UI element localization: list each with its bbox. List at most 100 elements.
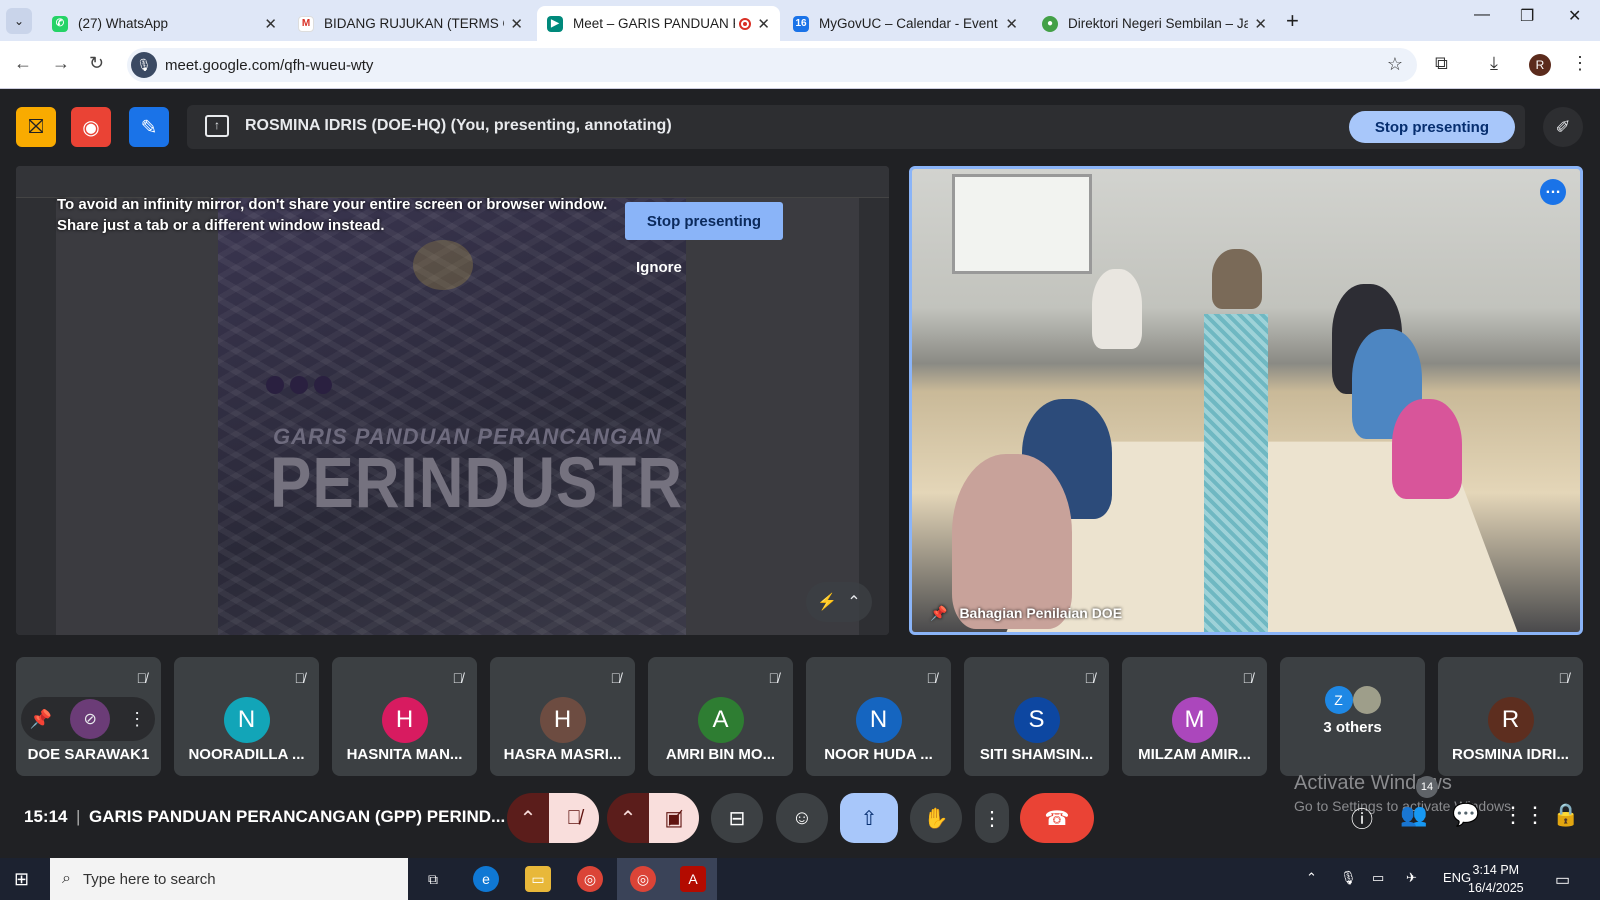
close-tab-icon[interactable]: ✕ bbox=[757, 15, 770, 33]
emoji-icon[interactable]: ☺ bbox=[776, 793, 828, 843]
participant-tile[interactable]: 🎙̸ H HASRA MASRI... bbox=[490, 657, 635, 776]
tab-gmail[interactable]: M BIDANG RUJUKAN (TERMS OF R ✕ bbox=[288, 6, 533, 41]
meeting-info-icon[interactable]: ⓘ bbox=[1351, 802, 1373, 834]
url-bar[interactable]: 🎙 meet.google.com/qfh-wueu-wty ☆ bbox=[127, 48, 1417, 82]
avatar: H bbox=[381, 697, 428, 743]
pin-icon: 📌 bbox=[930, 605, 948, 621]
pin-icon[interactable]: 📌 bbox=[30, 709, 52, 730]
camera-off-icon[interactable]: ▣̸ bbox=[649, 793, 699, 843]
microphone-site-icon[interactable]: 🎙 bbox=[131, 52, 157, 78]
raise-hand-icon[interactable]: ✋ bbox=[910, 793, 962, 843]
close-tab-icon[interactable]: ✕ bbox=[1254, 15, 1267, 33]
avatar: Z bbox=[1324, 686, 1353, 714]
others-tile[interactable]: Z 3 others bbox=[1280, 657, 1425, 776]
tab-calendar[interactable]: 16 MyGovUC – Calendar - Event de ✕ bbox=[783, 6, 1028, 41]
ignore-button[interactable]: Ignore bbox=[636, 259, 682, 276]
file-explorer-icon[interactable]: ▭ bbox=[525, 866, 551, 892]
participant-tile[interactable]: 🎙̸ S SITI SHAMSIN... bbox=[964, 657, 1109, 776]
chrome-icon[interactable]: ◎ bbox=[577, 866, 603, 892]
participant-tile[interactable]: 🎙̸ A AMRI BIN MO... bbox=[648, 657, 793, 776]
annotation-pen-icon[interactable]: ✐ bbox=[1543, 107, 1583, 147]
muted-mic-icon: 🎙̸ bbox=[768, 670, 780, 686]
video-settings-chevron-icon[interactable]: ⌃ bbox=[607, 793, 649, 843]
host-controls-icon[interactable]: 🔒 bbox=[1552, 802, 1579, 828]
muted-mic-icon: 🎙̸ bbox=[1084, 670, 1096, 686]
download-icon[interactable]: ⤓ bbox=[1490, 53, 1498, 74]
taskbar-search[interactable]: ⌕ Type here to search bbox=[50, 858, 408, 900]
avatar: R bbox=[1487, 697, 1534, 743]
reload-icon[interactable]: ↻ bbox=[89, 53, 104, 74]
calendar-icon: 16 bbox=[793, 15, 809, 32]
browser-menu-icon[interactable]: ⋮ bbox=[1571, 53, 1589, 74]
back-icon[interactable]: ← bbox=[14, 53, 32, 74]
warning-stop-presenting-button[interactable]: Stop presenting bbox=[625, 202, 783, 240]
language-indicator[interactable]: ENG bbox=[1443, 870, 1471, 885]
more-options-icon[interactable]: ⋮ bbox=[975, 793, 1009, 843]
restore-icon[interactable]: ❐ bbox=[1520, 6, 1534, 26]
camera-off-icon[interactable]: ⊘ bbox=[70, 699, 111, 739]
new-tab-icon[interactable]: + bbox=[1286, 8, 1299, 34]
more-options-icon[interactable]: ⋮ bbox=[128, 709, 146, 730]
shared-app-sidebar bbox=[16, 198, 56, 635]
person bbox=[952, 454, 1072, 629]
chrome-meet-icon[interactable]: ◎ bbox=[630, 866, 656, 892]
avatar: N bbox=[855, 697, 902, 743]
notification-icon[interactable]: ▭ bbox=[1555, 870, 1570, 890]
participant-tile[interactable]: 🎙̸ 📌 ⊘ ⋮ DOE SARAWAK1 bbox=[16, 657, 161, 776]
participant-tile[interactable]: 🎙̸ M MILZAM AMIR... bbox=[1122, 657, 1267, 776]
taskbar-clock[interactable]: 3:14 PM 16/4/2025 bbox=[1468, 861, 1524, 897]
audio-settings-chevron-icon[interactable]: ⌃ bbox=[507, 793, 549, 843]
shared-slide: GARIS PANDUAN PERANCANGAN PERINDUSTRIAN bbox=[218, 198, 686, 635]
participant-tile[interactable]: 🎙̸ R ROSMINA IDRI... bbox=[1438, 657, 1583, 776]
participant-name: DOE SARAWAK1 bbox=[27, 746, 150, 763]
stop-presenting-button[interactable]: Stop presenting bbox=[1348, 111, 1515, 143]
bookmark-star-icon[interactable]: ☆ bbox=[1387, 54, 1403, 75]
record-icon[interactable]: ◉ bbox=[71, 107, 111, 147]
microphone-off-icon[interactable]: 🎙̸ bbox=[549, 793, 599, 843]
browser-tab-bar: ⌄ ✆ (27) WhatsApp ✕ M BIDANG RUJUKAN (TE… bbox=[0, 0, 1600, 41]
battery-icon[interactable]: ▭ bbox=[1372, 870, 1384, 886]
minimize-icon[interactable]: — bbox=[1474, 6, 1490, 24]
close-tab-icon[interactable]: ✕ bbox=[264, 15, 277, 33]
tab-whatsapp[interactable]: ✆ (27) WhatsApp ✕ bbox=[42, 6, 287, 41]
people-icon[interactable]: 👥 bbox=[1400, 802, 1427, 828]
no-caption-icon[interactable]: ⛝ bbox=[16, 107, 56, 147]
leave-call-icon[interactable]: ☎ bbox=[1020, 793, 1094, 843]
avatar-photo bbox=[1352, 686, 1381, 714]
slide-dots bbox=[266, 376, 332, 394]
annotate-board-icon[interactable]: ✎ bbox=[129, 107, 169, 147]
windows-start-icon[interactable]: ⊞ bbox=[14, 869, 29, 890]
activities-icon[interactable]: ⋮⋮ bbox=[1502, 802, 1546, 828]
close-tab-icon[interactable]: ✕ bbox=[510, 15, 523, 33]
present-screen-icon[interactable]: ⇧ bbox=[840, 793, 898, 843]
tile-hover-controls: 📌 ⊘ ⋮ bbox=[21, 697, 155, 741]
mic-tray-icon[interactable]: 🎙 bbox=[1340, 870, 1357, 886]
extensions-icon[interactable]: ⧉ bbox=[1435, 53, 1448, 74]
tile-options[interactable]: ⚡ ⌃ bbox=[806, 582, 872, 622]
participant-name: AMRI BIN MO... bbox=[665, 746, 776, 763]
chevron-up-icon: ⌃ bbox=[847, 594, 861, 611]
profile-avatar[interactable]: R bbox=[1529, 54, 1551, 76]
close-window-icon[interactable]: ✕ bbox=[1568, 6, 1581, 26]
acrobat-icon[interactable]: A bbox=[680, 866, 706, 892]
edge-icon[interactable]: e bbox=[473, 866, 499, 892]
forward-icon[interactable]: → bbox=[52, 53, 70, 74]
more-options-icon[interactable]: … bbox=[1540, 179, 1566, 205]
camera-tile[interactable]: 📌 Bahagian Penilaian DOE … bbox=[909, 166, 1583, 635]
tab-meet[interactable]: ▶ Meet – GARIS PANDUAN PE ✕ bbox=[537, 6, 780, 41]
captions-icon[interactable]: ⊟ bbox=[711, 793, 763, 843]
muted-mic-icon: 🎙̸ bbox=[926, 670, 938, 686]
task-view-icon[interactable]: ⧉ bbox=[420, 866, 446, 892]
meeting-title: GARIS PANDUAN PERANCANGAN (GPP) PERIND..… bbox=[89, 807, 506, 826]
close-tab-icon[interactable]: ✕ bbox=[1005, 15, 1018, 33]
participant-tile[interactable]: 🎙̸ N NOORADILLA ... bbox=[174, 657, 319, 776]
show-hidden-icons-icon[interactable]: ⌃ bbox=[1306, 870, 1317, 886]
participant-tile[interactable]: 🎙̸ H HASNITA MAN... bbox=[332, 657, 477, 776]
tab-search-chevron-icon[interactable]: ⌄ bbox=[6, 8, 32, 34]
present-screen-icon: ↑ bbox=[205, 115, 229, 137]
network-icon[interactable]: ✈ bbox=[1406, 870, 1417, 886]
url-text[interactable]: meet.google.com/qfh-wueu-wty bbox=[165, 57, 373, 74]
chat-icon[interactable]: 💬 bbox=[1452, 802, 1479, 828]
tab-direktori[interactable]: ● Direktori Negeri Sembilan – Jab ✕ bbox=[1032, 6, 1277, 41]
participant-tile[interactable]: 🎙̸ N NOOR HUDA ... bbox=[806, 657, 951, 776]
